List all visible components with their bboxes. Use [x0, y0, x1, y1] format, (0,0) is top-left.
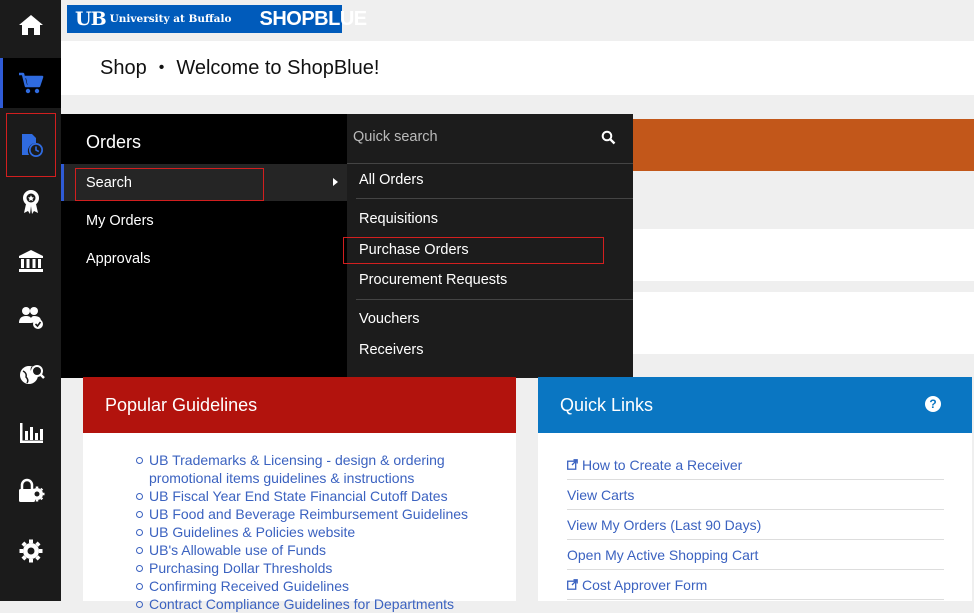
page-title: Welcome to ShopBlue! [176, 56, 380, 79]
menu-title: Orders [86, 132, 142, 152]
nav-bank[interactable] [0, 236, 61, 286]
quick-link-label: Open My Active Shopping Cart [567, 546, 759, 563]
globe-search-icon [19, 365, 45, 384]
quick-search-input[interactable] [351, 128, 595, 146]
guidelines-list: UB Trademarks & Licensing - design & ord… [136, 451, 499, 613]
quick-link[interactable]: Cost Approver Form [567, 570, 944, 600]
quick-links-card: Quick Links ? How to Create a Receiver V… [538, 377, 972, 601]
guideline-link[interactable]: Purchasing Dollar Thresholds [136, 559, 499, 577]
lock-gear-icon [18, 478, 44, 502]
bar-chart-icon [19, 423, 43, 443]
quick-link[interactable]: How to Create a Receiver [567, 450, 944, 480]
users-check-icon [18, 307, 43, 329]
shopblue-logo[interactable]: UB University at Buffalo SHOPBLUE [67, 5, 367, 33]
nav-reports[interactable] [0, 408, 61, 458]
menu-item-search[interactable]: Search [86, 175, 132, 191]
breadcrumb: Shop • Welcome to ShopBlue! [61, 41, 974, 95]
search-icon[interactable] [601, 130, 616, 145]
nav-security[interactable] [0, 466, 61, 516]
external-link-icon [567, 579, 578, 590]
left-nav [0, 0, 61, 601]
home-icon [18, 15, 43, 35]
guideline-link[interactable]: UB's Allowable use of Funds [136, 541, 499, 559]
logo-ub: UB [75, 8, 107, 30]
quick-link-label: Cost Approver Form [582, 576, 708, 593]
logo-university: University at Buffalo [109, 13, 232, 25]
divider [356, 299, 633, 300]
submenu-purchase-orders[interactable]: Purchase Orders [359, 242, 469, 258]
nav-settings[interactable] [0, 526, 61, 576]
breadcrumb-separator: • [158, 59, 165, 76]
quick-link-label: How to Create a Receiver [582, 456, 743, 473]
submenu-procurement-requests[interactable]: Procurement Requests [359, 272, 507, 288]
quick-link[interactable]: View Carts [567, 480, 944, 510]
guideline-link[interactable]: Confirming Received Guidelines [136, 577, 499, 595]
submenu-requisitions[interactable]: Requisitions [359, 211, 438, 227]
chevron-right-icon [333, 178, 338, 186]
content-panel [632, 292, 974, 354]
quick-link[interactable]: View My Orders (Last 90 Days) [567, 510, 944, 540]
quick-links-header: Quick Links ? [538, 377, 972, 433]
award-ribbon-icon [22, 190, 39, 214]
quick-link-label: View My Orders (Last 90 Days) [567, 516, 762, 533]
help-icon[interactable]: ? [925, 396, 941, 412]
orders-menu [61, 114, 347, 378]
quick-links-list: How to Create a Receiver View Carts View… [567, 450, 944, 600]
gear-icon [19, 539, 42, 563]
popular-guidelines-title: Popular Guidelines [105, 394, 258, 415]
quick-links-title: Quick Links [560, 394, 654, 415]
breadcrumb-shop[interactable]: Shop [100, 57, 147, 80]
bank-icon [18, 250, 43, 272]
nav-home[interactable] [0, 0, 61, 50]
popular-guidelines-card: Popular Guidelines UB Trademarks & Licen… [83, 377, 516, 612]
menu-item-my-orders[interactable]: My Orders [86, 213, 154, 229]
guideline-link[interactable]: Contract Compliance Guidelines for Depar… [136, 595, 499, 613]
quick-link[interactable]: Open My Active Shopping Cart [567, 540, 944, 570]
logo-brand: SHOPBLUE [259, 7, 367, 30]
guideline-link[interactable]: UB Guidelines & Policies website [136, 523, 499, 541]
divider [356, 198, 633, 199]
submenu-receivers[interactable]: Receivers [359, 342, 423, 358]
external-link-icon [567, 459, 578, 470]
submenu-all-orders[interactable]: All Orders [359, 172, 423, 188]
popular-guidelines-header: Popular Guidelines [83, 377, 516, 433]
quick-search-box [347, 114, 633, 164]
guideline-link[interactable]: UB Trademarks & Licensing - design & ord… [136, 451, 499, 487]
submenu-vouchers[interactable]: Vouchers [359, 311, 419, 327]
content-panel [632, 229, 974, 281]
guideline-link[interactable]: UB Fiscal Year End State Financial Cutof… [136, 487, 499, 505]
cart-icon [18, 72, 43, 94]
nav-global-search[interactable] [0, 350, 61, 400]
nav-shop[interactable] [0, 58, 61, 108]
orange-banner [632, 119, 974, 171]
quick-link-label: View Carts [567, 486, 635, 503]
orders-clock-icon [21, 134, 43, 157]
guideline-link[interactable]: UB Food and Beverage Reimbursement Guide… [136, 505, 499, 523]
nav-awards[interactable] [0, 176, 61, 226]
menu-item-approvals[interactable]: Approvals [86, 251, 150, 267]
nav-orders[interactable] [0, 120, 61, 170]
nav-users[interactable] [0, 292, 61, 342]
